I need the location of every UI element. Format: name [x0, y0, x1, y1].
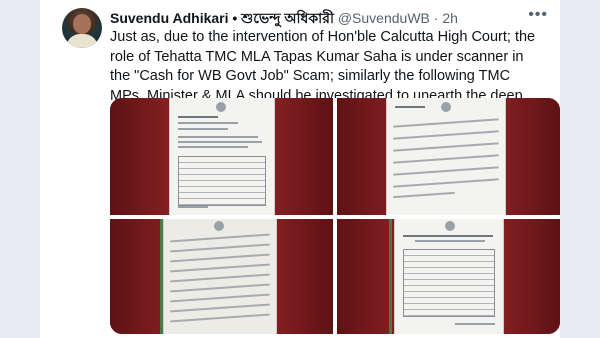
- media-image-3[interactable]: [110, 219, 333, 334]
- handwriting-line: [170, 303, 270, 313]
- media-grid: [110, 98, 560, 334]
- media-image-2[interactable]: [337, 98, 560, 215]
- avatar[interactable]: [62, 8, 102, 48]
- media-image-4[interactable]: [337, 219, 560, 334]
- seal-icon: [441, 102, 451, 112]
- doc-line: [455, 323, 495, 325]
- doc-line: [178, 146, 248, 148]
- tweet-card[interactable]: Suvendu Adhikari • শুভেন্দু অধিকারী @Suv…: [40, 0, 560, 338]
- handwriting-line: [170, 243, 270, 253]
- handwriting-line: [170, 233, 270, 243]
- seal-icon: [445, 221, 455, 231]
- document-image: [170, 98, 274, 215]
- document-image: [164, 219, 276, 334]
- handwriting-line: [393, 178, 499, 188]
- paper-edge: [389, 219, 392, 334]
- handwriting-line: [393, 142, 499, 152]
- handwriting-line: [170, 263, 270, 273]
- handwriting-line: [170, 273, 270, 283]
- handwriting-line: [170, 313, 270, 323]
- tweet-time[interactable]: 2h: [442, 10, 458, 26]
- seal-icon: [214, 221, 224, 231]
- separator-dot: ·: [433, 10, 439, 26]
- seal-icon: [216, 102, 226, 112]
- author-name[interactable]: Suvendu Adhikari • শুভেন্দু অধিকারী: [110, 10, 334, 26]
- doc-table: [403, 249, 495, 317]
- handwriting-line: [393, 130, 499, 140]
- doc-line: [395, 106, 425, 108]
- doc-line: [178, 116, 218, 118]
- doc-line: [178, 206, 208, 208]
- handwriting-line: [393, 191, 455, 199]
- doc-line: [415, 240, 485, 242]
- handwriting-line: [393, 118, 499, 128]
- paper-edge: [160, 219, 163, 334]
- handwriting-line: [170, 253, 270, 263]
- doc-line: [178, 128, 228, 130]
- handwriting-line: [170, 283, 270, 293]
- handwriting-line: [170, 293, 270, 303]
- document-image: [387, 98, 505, 215]
- doc-line: [178, 141, 262, 143]
- tweet-header: Suvendu Adhikari • শুভেন্দু অধিকারী @Suv…: [110, 8, 550, 28]
- handwriting-line: [393, 166, 499, 176]
- doc-line: [403, 235, 493, 237]
- handwriting-line: [393, 154, 499, 164]
- avatar-shirt: [66, 34, 98, 48]
- doc-table: [178, 156, 266, 206]
- author-handle[interactable]: @SuvenduWB: [338, 10, 430, 26]
- doc-line: [178, 122, 238, 124]
- document-image: [395, 219, 503, 334]
- media-image-1[interactable]: [110, 98, 333, 215]
- doc-line: [178, 136, 258, 138]
- more-horizontal-icon[interactable]: •••: [528, 6, 548, 24]
- avatar-face: [73, 14, 91, 34]
